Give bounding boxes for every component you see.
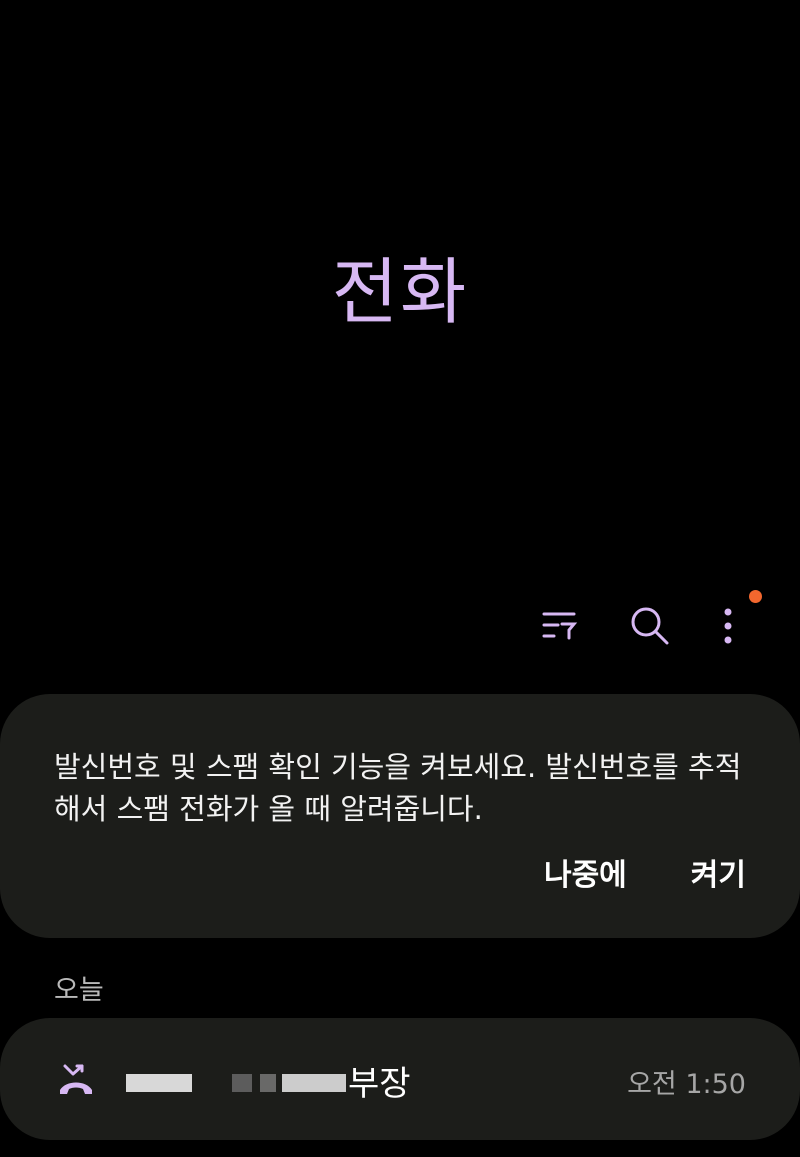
more-options-button[interactable] [698, 596, 758, 656]
redacted-text [126, 1074, 192, 1092]
redacted-text [282, 1074, 346, 1092]
notification-dot [749, 590, 762, 603]
caller-name: 부장 [126, 1056, 411, 1104]
later-button[interactable]: 나중에 [544, 850, 627, 894]
missed-call-icon [60, 1064, 92, 1094]
toolbar [0, 596, 800, 656]
redacted-text [260, 1074, 276, 1092]
section-header-today: 오늘 [54, 975, 104, 1006]
banner-actions: 나중에 켜기 [544, 848, 746, 896]
caller-title: 부장 [348, 1063, 411, 1104]
call-log-item[interactable]: 부장 오전 1:50 [0, 1018, 800, 1140]
banner-message: 발신번호 및 스팸 확인 기능을 켜보세요. 발신번호를 추적해서 스팸 전화가… [54, 750, 742, 826]
filter-button[interactable] [530, 596, 590, 656]
search-button[interactable] [620, 596, 680, 656]
call-time: 오전 1:50 [627, 1069, 746, 1100]
search-icon [631, 607, 669, 645]
enable-button[interactable]: 켜기 [691, 850, 746, 894]
more-vertical-icon [724, 608, 732, 644]
redacted-text [232, 1074, 252, 1092]
page-title: 전화 [331, 250, 469, 334]
spam-protection-banner: 발신번호 및 스팸 확인 기능을 켜보세요. 발신번호를 추적해서 스팸 전화가… [0, 694, 800, 938]
filter-list-icon [542, 612, 578, 640]
